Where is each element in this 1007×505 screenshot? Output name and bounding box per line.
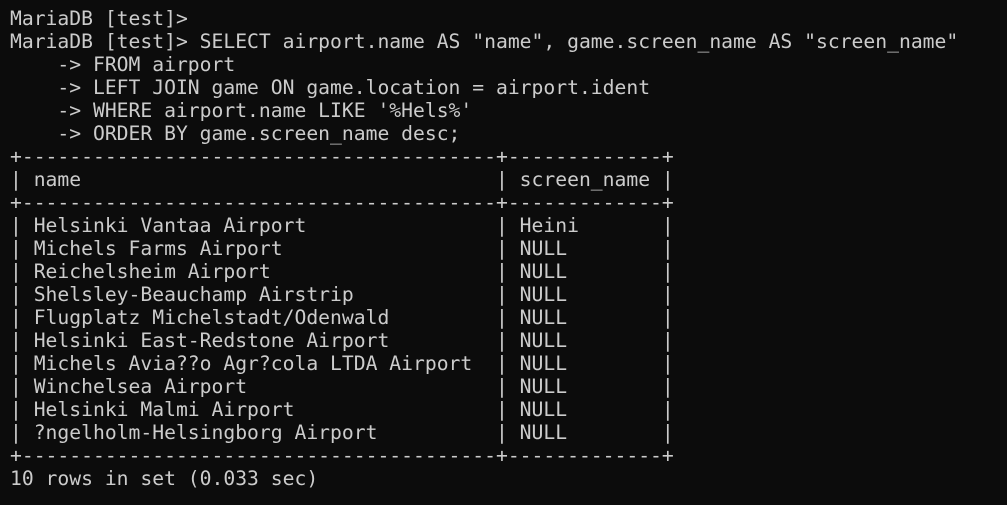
prompt-line: MariaDB [test]>: [10, 7, 188, 30]
table-row: | ?ngelholm-Helsingborg Airport | NULL |: [10, 421, 674, 444]
table-border-bottom: +---------------------------------------…: [10, 444, 674, 467]
terminal-window[interactable]: MariaDB [test]> MariaDB [test]> SELECT a…: [0, 0, 1007, 505]
query-line-select: MariaDB [test]> SELECT airport.name AS "…: [10, 30, 959, 53]
table-row: | Helsinki Vantaa Airport | Heini |: [10, 214, 674, 237]
query-line-join: -> LEFT JOIN game ON game.location = air…: [10, 76, 651, 99]
table-border-top: +---------------------------------------…: [10, 145, 674, 168]
table-header-row: | name | screen_name |: [10, 168, 674, 191]
table-row: | Helsinki Malmi Airport | NULL |: [10, 398, 674, 421]
table-row: | Reichelsheim Airport | NULL |: [10, 260, 674, 283]
table-row: | Winchelsea Airport | NULL |: [10, 375, 674, 398]
result-summary: 10 rows in set (0.033 sec): [10, 467, 319, 490]
query-line-where: -> WHERE airport.name LIKE '%Hels%': [10, 99, 473, 122]
table-row: | Helsinki East-Redstone Airport | NULL …: [10, 329, 674, 352]
table-row: | Michels Farms Airport | NULL |: [10, 237, 674, 260]
table-row: | Flugplatz Michelstadt/Odenwald | NULL …: [10, 306, 674, 329]
table-row: | Michels Avia??o Agr?cola LTDA Airport …: [10, 352, 674, 375]
query-line-order: -> ORDER BY game.screen_name desc;: [10, 122, 461, 145]
query-line-from: -> FROM airport: [10, 53, 236, 76]
table-border-header: +---------------------------------------…: [10, 191, 674, 214]
table-row: | Shelsley-Beauchamp Airstrip | NULL |: [10, 283, 674, 306]
